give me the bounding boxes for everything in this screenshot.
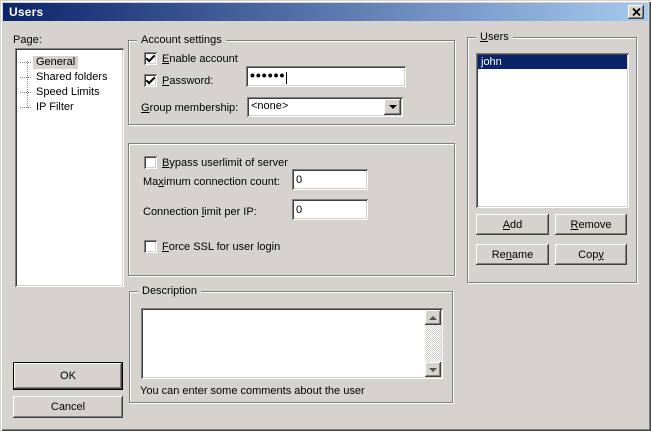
description-textarea[interactable] bbox=[141, 308, 443, 379]
password-checkbox[interactable] bbox=[144, 74, 157, 87]
enable-account-checkbox[interactable] bbox=[144, 52, 157, 65]
chevron-down-icon bbox=[389, 105, 397, 109]
tree-connector bbox=[20, 107, 31, 108]
close-icon bbox=[632, 8, 641, 16]
tree-item-label: IP Filter bbox=[33, 101, 77, 114]
force-ssl-checkbox[interactable] bbox=[144, 240, 157, 253]
tree-connector bbox=[20, 62, 31, 63]
bypass-userlimit-label: Bypass userlimit of server bbox=[162, 157, 288, 170]
cancel-button[interactable]: Cancel bbox=[13, 396, 123, 418]
bypass-userlimit-checkbox[interactable] bbox=[144, 156, 157, 169]
users-listbox[interactable]: john bbox=[476, 53, 629, 208]
copy-button[interactable]: Copy bbox=[555, 244, 627, 265]
tree-connector bbox=[20, 77, 31, 78]
enable-account-label: Enable account bbox=[162, 53, 238, 66]
description-hint: You can enter some comments about the us… bbox=[140, 385, 365, 398]
tree-item-ip-filter[interactable]: IP Filter bbox=[20, 100, 77, 115]
dropdown-button[interactable] bbox=[384, 99, 401, 115]
users-dialog: Users Page: General Shared folders Speed… bbox=[0, 0, 651, 431]
window-title: Users bbox=[9, 5, 43, 19]
tree-item-label: Shared folders bbox=[33, 71, 111, 84]
arrow-up-icon bbox=[429, 316, 437, 320]
text-caret bbox=[286, 72, 287, 84]
users-group-title: Users bbox=[476, 31, 513, 44]
tree-item-label: Speed Limits bbox=[33, 86, 103, 99]
max-connections-label: Maximum connection count: bbox=[143, 176, 280, 189]
tree-item-general[interactable]: General bbox=[20, 55, 78, 70]
titlebar: Users bbox=[3, 3, 648, 21]
scroll-down-button[interactable] bbox=[425, 362, 441, 377]
close-button[interactable] bbox=[628, 5, 644, 19]
user-name: john bbox=[481, 56, 502, 68]
rename-button[interactable]: Rename bbox=[476, 244, 549, 265]
arrow-down-icon bbox=[429, 368, 437, 372]
force-ssl-label: Force SSL for user login bbox=[162, 241, 280, 254]
tree-connector bbox=[20, 92, 31, 93]
user-list-item[interactable]: john bbox=[478, 55, 627, 69]
add-button[interactable]: Add bbox=[476, 214, 549, 235]
tree-item-label: General bbox=[33, 56, 78, 69]
page-label: Page: bbox=[13, 34, 42, 47]
ip-limit-input[interactable] bbox=[292, 199, 368, 220]
password-label: Password: bbox=[162, 75, 213, 88]
ok-button[interactable]: OK bbox=[13, 362, 123, 390]
remove-button[interactable]: Remove bbox=[555, 214, 627, 235]
page-tree[interactable]: General Shared folders Speed Limits IP F… bbox=[15, 48, 124, 287]
tree-item-shared-folders[interactable]: Shared folders bbox=[20, 70, 111, 85]
password-input[interactable]: •••••• bbox=[246, 66, 406, 87]
scroll-up-button[interactable] bbox=[425, 310, 441, 325]
tree-item-speed-limits[interactable]: Speed Limits bbox=[20, 85, 103, 100]
ip-limit-label: Connection limit per IP: bbox=[143, 206, 257, 219]
group-membership-select[interactable]: <none> bbox=[247, 97, 403, 117]
password-value: •••••• bbox=[250, 67, 285, 83]
group-membership-label: Group membership: bbox=[141, 102, 238, 115]
account-settings-title: Account settings bbox=[137, 34, 226, 47]
group-membership-value: <none> bbox=[251, 100, 288, 112]
max-connections-input[interactable] bbox=[292, 169, 368, 190]
description-scrollbar[interactable] bbox=[425, 310, 441, 377]
description-title: Description bbox=[138, 285, 201, 298]
